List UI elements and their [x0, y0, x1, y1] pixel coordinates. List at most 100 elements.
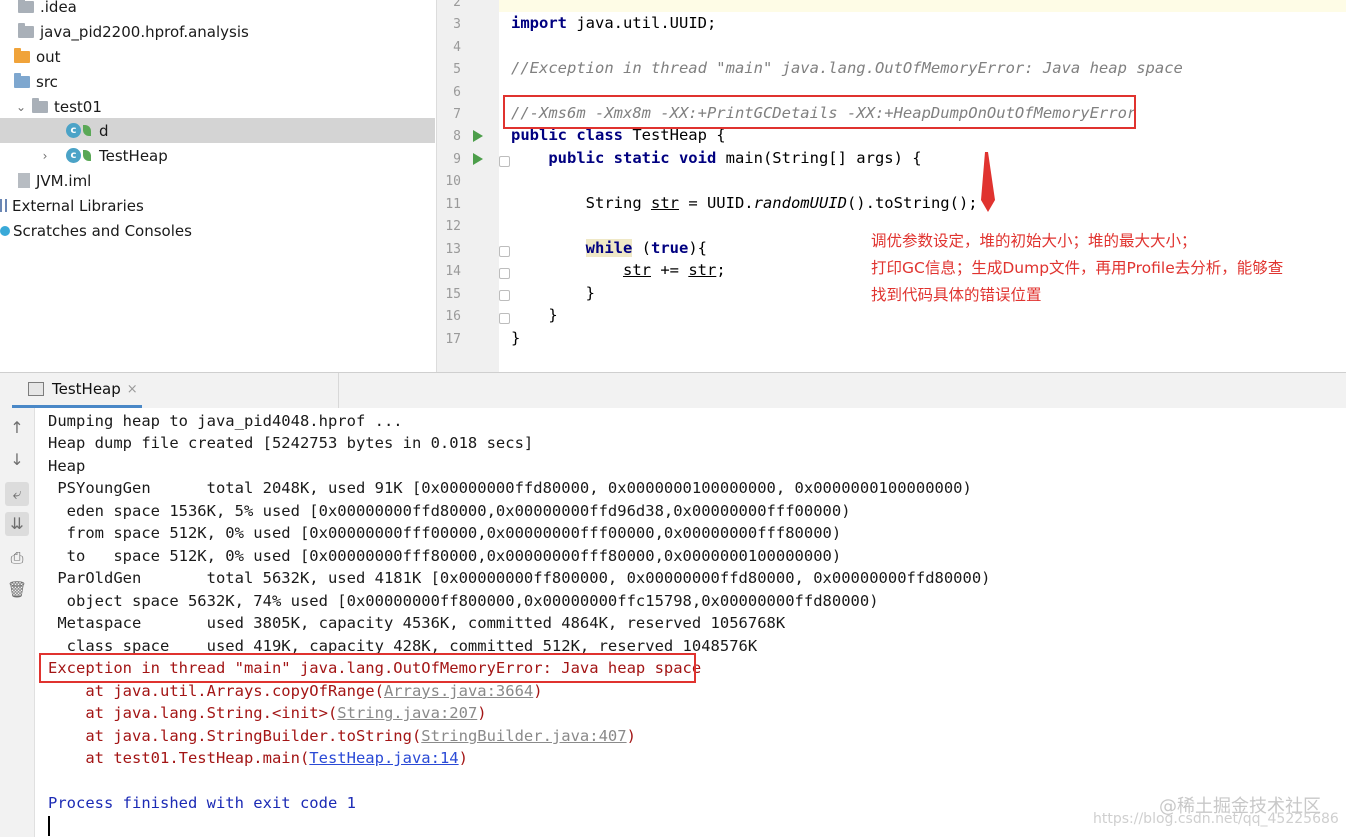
code-text: +=	[650, 261, 689, 279]
tree-item-label: .idea	[40, 0, 77, 16]
tab-label: TestHeap	[52, 380, 121, 398]
line-number: 5	[453, 62, 461, 77]
stack-text: )	[626, 727, 636, 745]
tree-item-label: TestHeap	[99, 146, 168, 165]
watermark-url: https://blog.csdn.net/qq_45225686	[1093, 811, 1339, 827]
project-tool-window: .idea java_pid2200.hprof.analysis out sr…	[0, 0, 435, 372]
fold-marker-icon[interactable]	[499, 156, 510, 167]
arrow-up-icon[interactable]: ↑	[5, 416, 29, 440]
keyword: while	[585, 239, 633, 257]
stack-text: )	[458, 749, 468, 767]
print-icon[interactable]: ⎙	[5, 546, 29, 570]
console-line: Dumping heap to java_pid4048.hprof ...	[48, 412, 403, 430]
code-line-5-comment: //Exception in thread "main" java.lang.O…	[511, 59, 1183, 77]
stack-text: at java.lang.StringBuilder.toString(	[48, 727, 422, 745]
fold-marker-icon[interactable]	[499, 313, 510, 324]
chevron-down-icon[interactable]: ⌄	[14, 100, 28, 114]
soft-wrap-icon[interactable]: ⤶	[5, 482, 29, 506]
code-line-3: import java.util.UUID;	[511, 14, 716, 32]
tree-item-d[interactable]: c d	[0, 118, 435, 143]
red-arrow-icon	[981, 152, 995, 212]
folder-icon	[18, 0, 34, 13]
code-text: (	[632, 239, 651, 257]
folder-icon	[18, 22, 34, 38]
stack-text: at java.lang.String.<init>(	[48, 704, 338, 722]
console-line: Metaspace used 3805K, capacity 4536K, co…	[48, 614, 786, 632]
current-line-highlight	[499, 0, 1346, 12]
chevron-right-icon[interactable]: ›	[38, 149, 52, 163]
line-number: 8	[453, 129, 461, 144]
fold-marker-icon[interactable]	[499, 268, 510, 279]
run-main-icon[interactable]	[473, 153, 483, 165]
console-output[interactable]: Dumping heap to java_pid4048.hprof ... H…	[35, 408, 1346, 837]
code-editor[interactable]: 2 3 4 5 6 7 8 9 10 11 12 13 14 15 16 17 …	[436, 0, 1346, 372]
scroll-to-end-icon[interactable]: ⇊	[5, 512, 29, 536]
annotation-line: 找到代码具体的错误位置	[871, 286, 1042, 304]
arrow-down-icon[interactable]: ↓	[5, 448, 29, 472]
line-number: 9	[453, 152, 461, 167]
class-icon: c	[66, 148, 81, 163]
stack-trace-line: at java.lang.String.<init>(String.java:2…	[48, 704, 486, 722]
tab-testheap[interactable]: TestHeap ×	[12, 373, 142, 408]
line-number: 16	[445, 309, 461, 324]
trash-icon[interactable]: 🗑	[5, 578, 29, 602]
source-link[interactable]: StringBuilder.java:407	[421, 727, 626, 745]
stack-text: at test01.TestHeap.main(	[48, 749, 310, 767]
tree-item-label: External Libraries	[12, 196, 144, 215]
tree-item-label: src	[36, 72, 58, 91]
console-line: eden space 1536K, 5% used [0x00000000ffd…	[48, 502, 851, 520]
console-line: PSYoungGen total 2048K, used 91K [0x0000…	[48, 479, 972, 497]
tree-item-src[interactable]: src	[0, 69, 435, 94]
source-link[interactable]: Arrays.java:3664	[384, 682, 533, 700]
console-line: object space 5632K, 74% used [0x00000000…	[48, 592, 879, 610]
console-icon	[28, 382, 44, 396]
line-number: 10	[445, 174, 461, 189]
run-tool-window-header: TestHeap ×	[0, 372, 1346, 409]
fold-marker-icon[interactable]	[499, 290, 510, 301]
leaf-icon	[83, 125, 91, 136]
source-link[interactable]: TestHeap.java:14	[309, 749, 458, 767]
fold-marker-icon[interactable]	[499, 246, 510, 257]
code-text: main(String[] args) {	[716, 149, 922, 167]
close-icon[interactable]: ×	[127, 382, 138, 397]
line-number: 7	[453, 107, 461, 122]
tree-item-jvm-iml[interactable]: JVM.iml	[0, 168, 435, 193]
run-class-icon[interactable]	[473, 130, 483, 142]
console-line: from space 512K, 0% used [0x00000000fff0…	[48, 524, 842, 542]
tree-item-test01[interactable]: ⌄ test01	[0, 94, 435, 119]
tree-item-out[interactable]: out	[0, 44, 435, 69]
run-toolbar: ↑ ↓ ⤶ ⇊ ⎙ 🗑	[0, 408, 35, 837]
source-link[interactable]: String.java:207	[337, 704, 477, 722]
code-line-17: }	[511, 329, 521, 347]
divider	[338, 373, 339, 408]
code-text: ().toString();	[846, 194, 978, 212]
line-number: 3	[453, 17, 461, 32]
tree-item-label: test01	[54, 97, 102, 116]
line-number: 11	[445, 197, 461, 212]
code-line-15: }	[511, 284, 595, 302]
line-number: 12	[445, 219, 461, 234]
tree-item-hprof-analysis[interactable]: java_pid2200.hprof.analysis	[0, 19, 435, 44]
line-number: 6	[453, 85, 461, 100]
stack-trace-line: at java.util.Arrays.copyOfRange(Arrays.j…	[48, 682, 542, 700]
tree-item-external-libraries[interactable]: External Libraries	[0, 193, 435, 218]
tree-item-label: out	[36, 47, 61, 66]
console-line: Heap	[48, 457, 86, 475]
keyword: public static void	[548, 149, 717, 167]
code-text: ){	[688, 239, 707, 257]
tree-item-scratches[interactable]: Scratches and Consoles	[0, 218, 435, 243]
stack-trace-line: at test01.TestHeap.main(TestHeap.java:14…	[48, 749, 468, 767]
tree-item-testheap[interactable]: › c TestHeap	[0, 143, 435, 168]
tree-item-label: java_pid2200.hprof.analysis	[40, 22, 249, 41]
line-number: 15	[445, 287, 461, 302]
package-icon	[32, 97, 48, 113]
annotation-line: 调优参数设定，堆的初始大小；堆的最大大小；	[871, 232, 1197, 250]
method-call: randomUUID	[753, 194, 847, 212]
highlight-box-exception	[39, 653, 696, 683]
text-caret	[48, 816, 50, 836]
tree-item-idea[interactable]: .idea	[0, 0, 435, 19]
file-icon	[18, 173, 30, 188]
